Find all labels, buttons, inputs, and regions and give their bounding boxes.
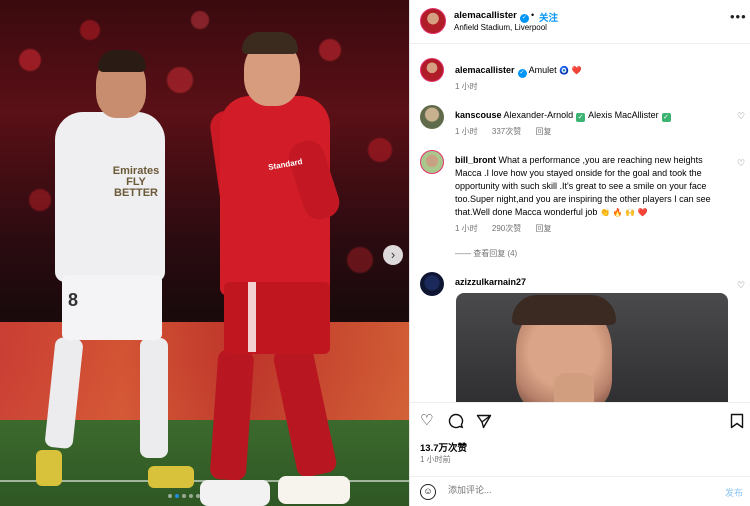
avatar[interactable] bbox=[420, 58, 444, 82]
white-player-hair bbox=[98, 50, 146, 72]
gif-hand bbox=[554, 373, 594, 402]
reply-button[interactable]: 回复 bbox=[536, 224, 552, 233]
comment-icon[interactable] bbox=[448, 413, 464, 433]
view-replies-button[interactable]: —— 查看回复 (4) bbox=[455, 248, 517, 259]
check-mark-icon: ✓ bbox=[661, 113, 671, 122]
avatar[interactable] bbox=[420, 272, 444, 296]
verified-badge-icon: ✓ bbox=[519, 14, 529, 23]
post-header: alemacallister ✓ • 关注 Anfield Stadium, Li… bbox=[410, 0, 750, 44]
comment-emojis: 👏 🔥 🙌 ❤️ bbox=[599, 208, 648, 217]
comment-likes[interactable]: 337次赞 bbox=[492, 127, 521, 136]
heart-icon[interactable]: ♡ bbox=[737, 158, 745, 169]
more-horizontal-icon[interactable]: ••• bbox=[730, 9, 747, 24]
jersey-sponsor-text: Emirates FLY BETTER bbox=[112, 165, 160, 199]
avatar[interactable] bbox=[420, 105, 444, 129]
red-player-boot bbox=[200, 480, 270, 506]
caption-time: 1 小时 bbox=[455, 82, 478, 91]
bookmark-icon[interactable] bbox=[730, 413, 744, 433]
comment-text: Alexis MacAllister bbox=[588, 110, 659, 120]
add-comment-input[interactable] bbox=[448, 485, 718, 495]
follow-button[interactable]: 关注 bbox=[539, 10, 558, 24]
white-player-boot bbox=[36, 450, 62, 486]
carousel-dots bbox=[168, 494, 200, 498]
comment-composer: ☺ 发布 bbox=[410, 476, 750, 506]
post-comment-button[interactable]: 发布 bbox=[725, 486, 743, 499]
heart-icon[interactable]: ♡ bbox=[737, 111, 745, 122]
avatar[interactable] bbox=[420, 150, 444, 174]
post-photo[interactable]: Emirates FLY BETTER 8 Standard › bbox=[0, 0, 409, 506]
red-player-boot bbox=[278, 476, 350, 504]
comment-time: 1 小时 bbox=[455, 127, 478, 136]
white-player-leg bbox=[140, 338, 168, 458]
shorts-number: 8 bbox=[68, 290, 79, 310]
likes-count[interactable]: 13.7万次赞 bbox=[420, 440, 467, 454]
red-player-shorts bbox=[224, 282, 330, 354]
carousel-dot[interactable] bbox=[189, 494, 193, 498]
avatar[interactable] bbox=[420, 8, 446, 34]
caption-text: Amulet bbox=[528, 65, 557, 75]
post-actions: ♡ bbox=[410, 402, 750, 438]
location-link[interactable]: Anfield Stadium, Liverpool bbox=[454, 23, 547, 32]
comment-time: 1 小时 bbox=[455, 224, 478, 233]
header-username[interactable]: alemacallister bbox=[454, 10, 517, 21]
comments-list[interactable]: alemacallister ✓ Amulet 🧿 ❤️ 1 小时 kanscou… bbox=[410, 50, 750, 402]
carousel-dot[interactable] bbox=[196, 494, 200, 498]
heart-icon[interactable]: ♡ bbox=[737, 280, 745, 291]
comment-likes[interactable]: 290次赞 bbox=[492, 224, 521, 233]
send-icon[interactable] bbox=[476, 413, 492, 433]
caption-username[interactable]: alemacallister bbox=[455, 65, 515, 75]
shorts-stripe bbox=[248, 282, 256, 352]
red-player-hair bbox=[242, 32, 298, 54]
comment-username[interactable]: azizzulkarnain27 bbox=[455, 277, 526, 287]
carousel-dot[interactable] bbox=[182, 494, 186, 498]
caption-emojis: 🧿 ❤️ bbox=[559, 66, 582, 75]
verified-badge-icon: ✓ bbox=[517, 69, 527, 78]
chevron-right-icon[interactable]: › bbox=[383, 245, 403, 265]
comment-text: Alexander-Arnold bbox=[503, 110, 574, 120]
carousel-dot[interactable] bbox=[168, 494, 172, 498]
comment-username[interactable]: bill_bront bbox=[455, 155, 496, 165]
reply-button[interactable]: 回复 bbox=[536, 127, 552, 136]
check-mark-icon: ✓ bbox=[576, 113, 586, 122]
heart-icon[interactable]: ♡ bbox=[420, 413, 433, 429]
post-side-panel: alemacallister ✓ • 关注 Anfield Stadium, Li… bbox=[409, 0, 750, 506]
gif-hair bbox=[512, 295, 616, 325]
post-time: 1 小时前 bbox=[420, 455, 451, 464]
comment-gif[interactable] bbox=[456, 293, 728, 402]
carousel-dot-active[interactable] bbox=[175, 494, 179, 498]
separator-dot: • bbox=[531, 10, 535, 20]
comment-username[interactable]: kanscouse bbox=[455, 110, 502, 120]
white-player-boot bbox=[148, 466, 194, 488]
smiley-icon[interactable]: ☺ bbox=[420, 484, 436, 500]
